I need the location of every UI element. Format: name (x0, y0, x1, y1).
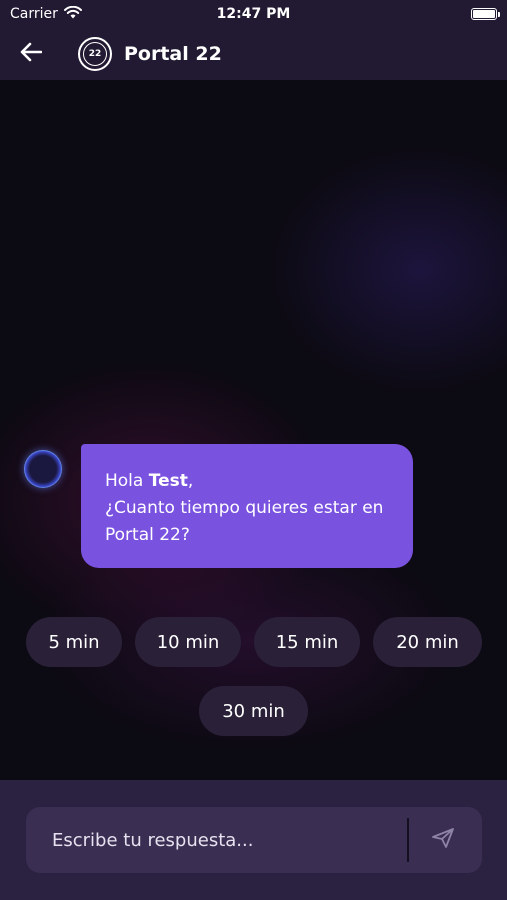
response-input[interactable] (26, 807, 406, 873)
send-icon (431, 827, 455, 853)
message-greeting: Hola (105, 471, 149, 491)
option-20-min[interactable]: 20 min (373, 617, 482, 667)
bot-message-bubble: Hola Test, ¿Cuanto tiempo quieres estar … (81, 444, 413, 568)
composer (26, 807, 482, 873)
message-username: Test (148, 471, 188, 491)
composer-divider (407, 818, 409, 862)
status-bar: Carrier 12:47 PM (0, 0, 507, 28)
message-question: ¿Cuanto tiempo quieres estar en Portal 2… (105, 498, 384, 545)
send-button[interactable] (426, 827, 460, 853)
message-comma: , (187, 471, 194, 491)
option-10-min[interactable]: 10 min (135, 617, 241, 667)
option-5-min[interactable]: 5 min (26, 617, 122, 667)
composer-bar (0, 780, 507, 900)
option-15-min[interactable]: 15 min (254, 617, 360, 667)
option-30-min[interactable]: 30 min (199, 686, 308, 736)
wifi-icon (63, 5, 82, 23)
bot-avatar (24, 450, 62, 488)
portal-logo-number: 22 (83, 42, 107, 66)
page-title: Portal 22 (124, 43, 222, 65)
battery-icon (471, 8, 500, 20)
back-arrow-icon (20, 42, 43, 66)
carrier-label: Carrier (10, 6, 58, 22)
header: 22 Portal 22 (0, 28, 507, 80)
chat-area[interactable] (0, 80, 507, 780)
back-button[interactable] (20, 32, 64, 76)
portal-logo: 22 (78, 37, 112, 71)
